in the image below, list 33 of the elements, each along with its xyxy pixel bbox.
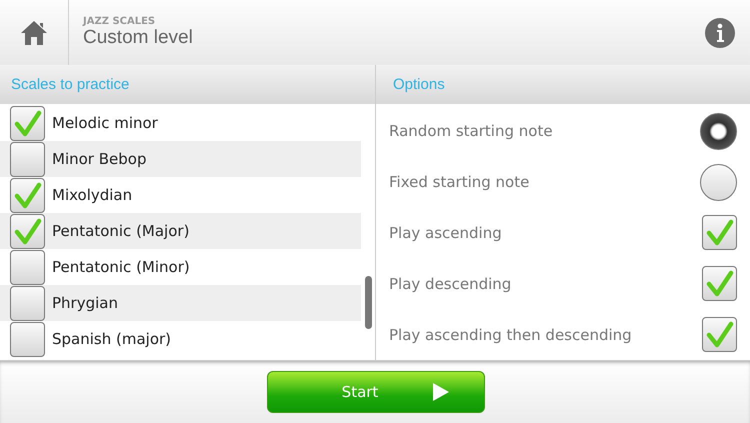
app-name: JAZZ SCALES <box>83 16 156 27</box>
scale-label: Phrygian <box>52 294 118 312</box>
home-icon[interactable] <box>20 20 48 46</box>
section-heading: Scales to practice <box>0 65 375 104</box>
checkbox[interactable] <box>10 106 45 140</box>
scale-label: Pentatonic (Minor) <box>52 258 190 276</box>
radio-button[interactable] <box>700 164 737 201</box>
scrollbar <box>365 276 372 329</box>
info-icon[interactable] <box>705 18 735 48</box>
scale-label: Melodic minor <box>52 114 158 132</box>
checkbox[interactable] <box>702 215 737 250</box>
checkbox[interactable] <box>10 178 45 212</box>
option-label: Play ascending then descending <box>389 326 632 344</box>
checkbox[interactable] <box>10 322 45 356</box>
scale-label: Pentatonic (Major) <box>52 222 190 240</box>
option-label: Fixed starting note <box>389 173 530 192</box>
radio-button[interactable] <box>700 112 737 150</box>
checkbox[interactable] <box>702 317 737 352</box>
scale-label: Mixolydian <box>52 186 132 204</box>
checkbox[interactable] <box>10 286 45 320</box>
checkbox[interactable] <box>702 266 737 302</box>
screen-title: Custom level <box>83 27 194 49</box>
option-label: Play ascending <box>389 224 502 242</box>
section-heading: Options <box>375 65 750 104</box>
start-button[interactable]: Start <box>266 371 484 413</box>
play-icon <box>433 383 450 401</box>
checkbox[interactable] <box>10 250 45 284</box>
option-label: Play descending <box>389 274 512 293</box>
checkbox[interactable] <box>10 142 45 176</box>
scale-label: Minor Bebop <box>52 150 146 168</box>
scale-label: Spanish (major) <box>52 330 172 348</box>
checkbox[interactable] <box>10 214 45 248</box>
option-label: Random starting note <box>389 122 553 140</box>
